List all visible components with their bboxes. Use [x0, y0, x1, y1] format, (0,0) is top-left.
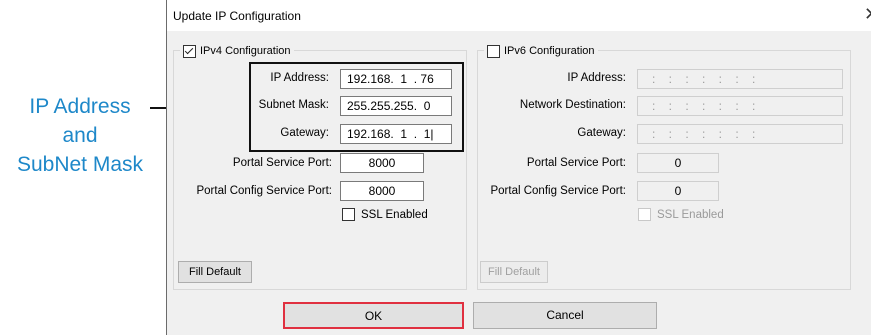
annotation-callout: IP Address and SubNet Mask — [0, 92, 160, 179]
annotation-line-3: SubNet Mask — [16, 153, 144, 176]
ipv6-ip-address-input[interactable]: : : : : : : : — [637, 69, 843, 89]
title-bar: Update IP Configuration ✕ — [167, 0, 871, 31]
ipv6-ssl-checkbox[interactable] — [638, 208, 651, 221]
ipv6-enable-checkbox[interactable] — [487, 44, 500, 58]
ipv4-ip-address-input[interactable]: 192.168. 1 . 76 — [340, 69, 452, 89]
update-ip-dialog: Update IP Configuration ✕ IPv4 Configura… — [166, 0, 871, 335]
annotation-line-1: IP Address — [29, 95, 131, 118]
ipv4-ssl-label: SSL Enabled — [361, 208, 428, 221]
ipv6-ip-address-label: IP Address: — [567, 72, 626, 84]
ipv6-ssl-row[interactable]: SSL Enabled — [638, 208, 724, 221]
ipv4-legend-label: IPv4 Configuration — [200, 45, 291, 57]
ipv6-legend[interactable]: IPv6 Configuration — [484, 43, 598, 59]
ipv6-portal-service-port-input[interactable]: 0 — [637, 153, 719, 173]
ipv6-gateway-label: Gateway: — [577, 127, 626, 139]
ipv6-portal-config-port-input[interactable]: 0 — [637, 181, 719, 201]
ipv6-network-destination-label: Network Destination: — [519, 99, 626, 111]
ok-button[interactable]: OK — [283, 302, 464, 329]
ipv6-network-destination-input[interactable]: : : : : : : : — [637, 96, 843, 116]
ipv4-gateway-label: Gateway: — [280, 127, 329, 139]
ipv6-gateway-input[interactable]: : : : : : : : — [637, 124, 843, 144]
cancel-button[interactable]: Cancel — [473, 302, 657, 329]
ipv4-gateway-input[interactable]: 192.168. 1 . 1| — [340, 124, 452, 144]
ipv6-legend-label: IPv6 Configuration — [504, 45, 595, 57]
ipv4-subnet-mask-input[interactable]: 255.255.255. 0 — [340, 96, 452, 116]
ipv4-ssl-row[interactable]: SSL Enabled — [342, 208, 428, 221]
ipv4-subnet-mask-label: Subnet Mask: — [258, 99, 329, 111]
ipv6-ssl-label: SSL Enabled — [657, 208, 724, 221]
ipv4-portal-config-port-input[interactable]: 8000 — [340, 181, 424, 201]
close-icon[interactable]: ✕ — [864, 4, 871, 25]
ipv4-ssl-checkbox[interactable] — [342, 208, 355, 221]
ipv4-legend[interactable]: IPv4 Configuration — [180, 43, 294, 59]
ipv4-portal-config-port-label: Portal Config Service Port: — [196, 185, 332, 197]
dialog-title: Update IP Configuration — [173, 9, 301, 23]
ipv4-fill-default-button[interactable]: Fill Default — [178, 261, 252, 283]
ipv6-portal-config-port-label: Portal Config Service Port: — [490, 185, 626, 197]
annotation-line-2: and — [62, 124, 98, 147]
ipv4-portal-service-port-label: Portal Service Port: — [232, 157, 332, 169]
ipv4-portal-service-port-input[interactable]: 8000 — [340, 153, 424, 173]
ipv4-enable-checkbox[interactable] — [183, 44, 196, 58]
ipv6-portal-service-port-label: Portal Service Port: — [526, 157, 626, 169]
ipv4-ip-address-label: IP Address: — [270, 72, 329, 84]
ipv6-fill-default-button[interactable]: Fill Default — [480, 261, 548, 283]
